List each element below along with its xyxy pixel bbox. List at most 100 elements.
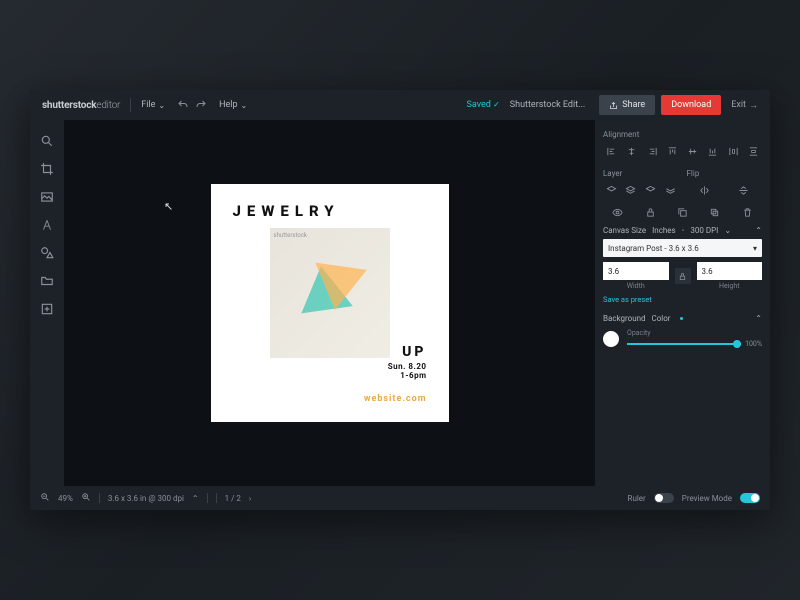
height-label: Height: [697, 282, 763, 290]
duplicate-icon[interactable]: [668, 204, 697, 220]
copy-icon[interactable]: [700, 204, 729, 220]
background-mode[interactable]: Color: [652, 314, 671, 323]
upload-icon: [40, 302, 54, 316]
flip-h[interactable]: [687, 182, 723, 198]
download-button[interactable]: Download: [661, 95, 721, 115]
align-bottom[interactable]: [704, 143, 721, 159]
design-image[interactable]: shutterstock: [270, 228, 390, 358]
background-header: Background Color ⌃: [603, 314, 762, 323]
chevron-down-icon: ▾: [753, 244, 757, 253]
menu-help[interactable]: Help⌄: [219, 100, 247, 110]
layer-front[interactable]: [603, 182, 620, 198]
section-collapse[interactable]: ⌃: [755, 226, 762, 235]
zoom-out-icon[interactable]: [40, 492, 50, 504]
share-button[interactable]: Share: [599, 95, 655, 115]
alignment-row: [603, 143, 762, 159]
page-indicator[interactable]: 1 / 2: [225, 494, 241, 503]
width-input[interactable]: [603, 262, 669, 280]
ruler-label: Ruler: [628, 494, 646, 503]
tool-folder[interactable]: [34, 268, 60, 294]
flip-label: Flip: [687, 169, 763, 178]
folder-icon: [40, 274, 54, 288]
align-top[interactable]: [664, 143, 681, 159]
divider: [216, 493, 217, 503]
design-website[interactable]: website.com: [364, 394, 427, 404]
arrow-right-icon: →: [749, 100, 758, 111]
preview-label: Preview Mode: [682, 494, 732, 503]
crop-icon: [40, 162, 54, 176]
redo-icon[interactable]: [195, 99, 207, 111]
brand-name: shutterstock: [42, 100, 96, 111]
properties-panel: Alignment Layer: [595, 120, 770, 486]
chevron-down-icon: ⌄: [241, 101, 248, 110]
unit-select[interactable]: Inches: [652, 226, 676, 235]
align-center-h[interactable]: [623, 143, 640, 159]
share-icon: [609, 101, 618, 110]
distribute-v[interactable]: [745, 143, 762, 159]
zoom-value[interactable]: 49%: [58, 494, 73, 503]
undo-icon[interactable]: [177, 99, 189, 111]
chevron-up-icon[interactable]: ⌃: [192, 494, 199, 503]
canvas-dimensions: 3.6 x 3.6 in @ 300 dpi: [108, 494, 184, 503]
watermark: shutterstock: [274, 232, 307, 239]
ruler-toggle[interactable]: [654, 493, 674, 503]
text-icon: [40, 218, 54, 232]
zoom-in-icon[interactable]: [81, 492, 91, 504]
lock-icon: [678, 272, 687, 281]
dpi-select[interactable]: 300 DPI: [690, 226, 718, 235]
visibility-icon[interactable]: [603, 204, 632, 220]
tool-shapes[interactable]: [34, 240, 60, 266]
brand-suffix: editor: [96, 100, 120, 111]
distribute-h[interactable]: [725, 143, 742, 159]
preview-toggle[interactable]: [740, 493, 760, 503]
opacity-slider[interactable]: 100%: [627, 337, 762, 351]
canvas-area[interactable]: ↖ JEWELRY shutterstock UP Sun. 8.20 1-6p…: [64, 120, 595, 486]
layer-back[interactable]: [662, 182, 679, 198]
align-middle-v[interactable]: [684, 143, 701, 159]
document-title[interactable]: Shutterstock Edit...: [510, 100, 585, 110]
canvas-size-label: Canvas Size: [603, 226, 646, 235]
tool-text[interactable]: [34, 212, 60, 238]
section-collapse[interactable]: ⌃: [755, 314, 762, 323]
preset-select[interactable]: Instagram Post - 3.6 x 3.6▾: [603, 239, 762, 257]
chevron-down-icon: ⌄: [158, 101, 165, 110]
divider: [99, 493, 100, 503]
layer-forward[interactable]: [623, 182, 640, 198]
image-icon: [40, 190, 54, 204]
save-preset-link[interactable]: Save as preset: [603, 295, 652, 304]
editor-window: shutterstockeditor File⌄ Help⌄ Saved ✓ S…: [30, 90, 770, 510]
background-color-swatch[interactable]: [603, 331, 619, 347]
height-input[interactable]: [697, 262, 763, 280]
bottom-bar: 49% 3.6 x 3.6 in @ 300 dpi ⌃ 1 / 2 › Rul…: [30, 486, 770, 510]
save-status: Saved ✓: [467, 100, 500, 110]
top-bar: shutterstockeditor File⌄ Help⌄ Saved ✓ S…: [30, 90, 770, 120]
flip-v[interactable]: [726, 182, 762, 198]
tool-search[interactable]: [34, 128, 60, 154]
lock-icon[interactable]: [635, 204, 664, 220]
layer-backward[interactable]: [642, 182, 659, 198]
delete-icon[interactable]: [733, 204, 762, 220]
exit-button[interactable]: Exit→: [731, 100, 758, 111]
align-right[interactable]: [644, 143, 661, 159]
next-page-icon[interactable]: ›: [249, 494, 251, 503]
main-area: ↖ JEWELRY shutterstock UP Sun. 8.20 1-6p…: [30, 120, 770, 486]
chevron-down-icon[interactable]: ⌄: [724, 226, 731, 235]
triangle-shape: [309, 263, 367, 314]
design-time: 1-6pm: [388, 371, 427, 380]
divider: [207, 493, 208, 503]
tool-image[interactable]: [34, 184, 60, 210]
design-subtext[interactable]: UP Sun. 8.20 1-6pm: [388, 344, 427, 380]
tool-crop[interactable]: [34, 156, 60, 182]
tool-upload[interactable]: [34, 296, 60, 322]
alignment-label: Alignment: [603, 130, 762, 139]
layer-label: Layer: [603, 169, 679, 178]
active-dot-icon: [680, 317, 683, 320]
search-icon: [40, 134, 54, 148]
aspect-lock[interactable]: [675, 268, 691, 284]
menu-file[interactable]: File⌄: [141, 100, 165, 110]
background-label: Background: [603, 314, 646, 323]
artboard[interactable]: JEWELRY shutterstock UP Sun. 8.20 1-6pm …: [211, 184, 449, 422]
design-title[interactable]: JEWELRY: [233, 202, 427, 220]
left-toolbar: [30, 120, 64, 486]
align-left[interactable]: [603, 143, 620, 159]
